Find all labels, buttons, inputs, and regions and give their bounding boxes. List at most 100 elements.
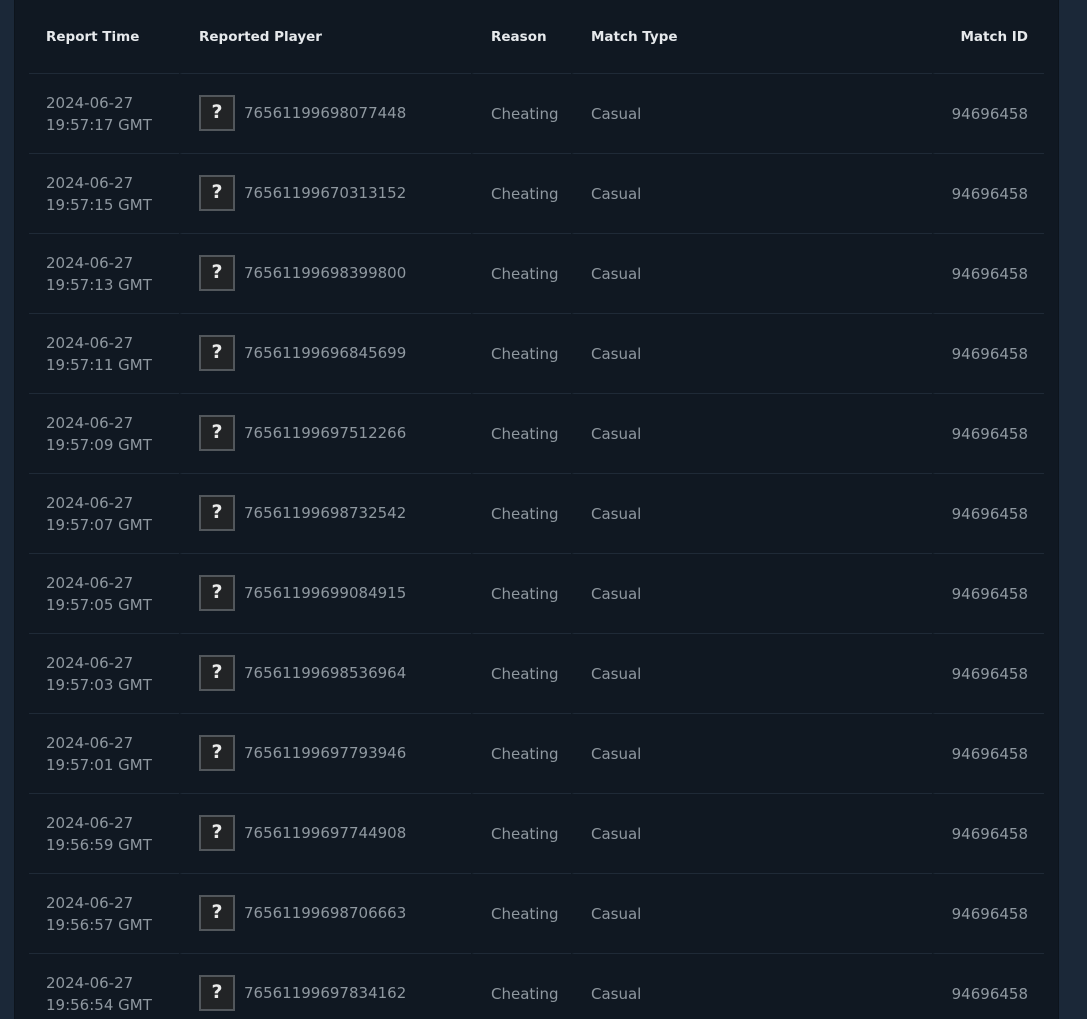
report-date: 2024-06-27 [46, 493, 134, 512]
report-clock-time: 19:57:05 GMT [46, 595, 152, 614]
report-clock-time: 19:56:59 GMT [46, 835, 152, 854]
match-id-cell: 94696458 [932, 74, 1044, 154]
player-steam-id[interactable]: 76561199699084915 [244, 584, 406, 602]
player-steam-id[interactable]: 76561199698536964 [244, 664, 406, 682]
table-row: 2024-06-27 19:56:57 GMT? 76561199698706663… [29, 874, 1044, 954]
table-row: 2024-06-27 19:57:09 GMT? 76561199697512266… [29, 394, 1044, 474]
reported-player-cell: ? 76561199697744908 [179, 794, 471, 874]
reason-cell: Cheating [471, 714, 571, 794]
header-match-id: Match ID [932, 0, 1044, 74]
player-link[interactable]: ? 76561199698399800 [199, 254, 471, 291]
reason-cell: Cheating [471, 874, 571, 954]
report-clock-time: 19:57:17 GMT [46, 115, 152, 134]
report-date: 2024-06-27 [46, 573, 134, 592]
player-link[interactable]: ? 76561199697512266 [199, 414, 471, 451]
match-id-cell: 94696458 [932, 474, 1044, 554]
report-time-cell: 2024-06-27 19:57:13 GMT [29, 234, 179, 314]
player-steam-id[interactable]: 76561199696845699 [244, 344, 406, 362]
reason-cell: Cheating [471, 634, 571, 714]
reported-player-cell: ? 76561199670313152 [179, 154, 471, 234]
player-link[interactable]: ? 76561199699084915 [199, 574, 471, 611]
player-link[interactable]: ? 76561199698706663 [199, 894, 471, 931]
player-link[interactable]: ? 76561199697793946 [199, 734, 471, 771]
match-type-cell: Casual [571, 554, 932, 634]
match-id-cell: 94696458 [932, 234, 1044, 314]
table-body: 2024-06-27 19:57:17 GMT? 76561199698077448… [29, 74, 1044, 1019]
report-time-cell: 2024-06-27 19:57:15 GMT [29, 154, 179, 234]
player-link[interactable]: ? 76561199696845699 [199, 334, 471, 371]
question-mark-icon: ? [211, 421, 223, 443]
player-steam-id[interactable]: 76561199698706663 [244, 904, 406, 922]
player-steam-id[interactable]: 76561199697512266 [244, 424, 406, 442]
header-reported-player: Reported Player [179, 0, 471, 74]
match-type-cell: Casual [571, 74, 932, 154]
reason-cell: Cheating [471, 394, 571, 474]
reason-cell: Cheating [471, 154, 571, 234]
avatar[interactable]: ? [199, 254, 235, 291]
avatar[interactable]: ? [199, 814, 235, 851]
report-date: 2024-06-27 [46, 93, 134, 112]
report-date: 2024-06-27 [46, 973, 134, 992]
avatar[interactable]: ? [199, 734, 235, 771]
report-time-cell: 2024-06-27 19:57:05 GMT [29, 554, 179, 634]
report-date: 2024-06-27 [46, 333, 134, 352]
player-link[interactable]: ? 76561199697834162 [199, 974, 471, 1011]
reason-cell: Cheating [471, 794, 571, 874]
match-type-cell: Casual [571, 154, 932, 234]
player-steam-id[interactable]: 76561199698732542 [244, 504, 406, 522]
match-id-cell: 94696458 [932, 634, 1044, 714]
reports-panel: Report Time Reported Player Reason Match… [14, 0, 1059, 1019]
reason-cell: Cheating [471, 474, 571, 554]
report-time-cell: 2024-06-27 19:56:59 GMT [29, 794, 179, 874]
reported-player-cell: ? 76561199697793946 [179, 714, 471, 794]
match-type-cell: Casual [571, 314, 932, 394]
question-mark-icon: ? [211, 501, 223, 523]
match-id-cell: 94696458 [932, 874, 1044, 954]
report-time-cell: 2024-06-27 19:57:01 GMT [29, 714, 179, 794]
player-link[interactable]: ? 76561199698536964 [199, 654, 471, 691]
reason-cell: Cheating [471, 554, 571, 634]
question-mark-icon: ? [211, 661, 223, 683]
player-link[interactable]: ? 76561199698732542 [199, 494, 471, 531]
table-row: 2024-06-27 19:57:07 GMT? 76561199698732542… [29, 474, 1044, 554]
player-steam-id[interactable]: 76561199697744908 [244, 824, 406, 842]
avatar[interactable]: ? [199, 334, 235, 371]
player-steam-id[interactable]: 76561199670313152 [244, 184, 406, 202]
report-clock-time: 19:57:07 GMT [46, 515, 152, 534]
avatar[interactable]: ? [199, 94, 235, 131]
avatar[interactable]: ? [199, 174, 235, 211]
player-link[interactable]: ? 76561199670313152 [199, 174, 471, 211]
report-clock-time: 19:57:13 GMT [46, 275, 152, 294]
report-date: 2024-06-27 [46, 733, 134, 752]
player-steam-id[interactable]: 76561199698077448 [244, 104, 406, 122]
report-date: 2024-06-27 [46, 253, 134, 272]
report-time-cell: 2024-06-27 19:57:09 GMT [29, 394, 179, 474]
question-mark-icon: ? [211, 181, 223, 203]
avatar[interactable]: ? [199, 974, 235, 1011]
avatar[interactable]: ? [199, 654, 235, 691]
question-mark-icon: ? [211, 741, 223, 763]
player-steam-id[interactable]: 76561199697793946 [244, 744, 406, 762]
reason-cell: Cheating [471, 954, 571, 1019]
report-date: 2024-06-27 [46, 893, 134, 912]
player-steam-id[interactable]: 76561199698399800 [244, 264, 406, 282]
match-type-cell: Casual [571, 714, 932, 794]
reason-cell: Cheating [471, 74, 571, 154]
table-header-row: Report Time Reported Player Reason Match… [29, 0, 1044, 74]
report-clock-time: 19:57:09 GMT [46, 435, 152, 454]
report-clock-time: 19:57:03 GMT [46, 675, 152, 694]
report-date: 2024-06-27 [46, 413, 134, 432]
avatar[interactable]: ? [199, 574, 235, 611]
match-id-cell: 94696458 [932, 314, 1044, 394]
table-row: 2024-06-27 19:57:03 GMT? 76561199698536964… [29, 634, 1044, 714]
player-link[interactable]: ? 76561199698077448 [199, 94, 471, 131]
question-mark-icon: ? [211, 581, 223, 603]
avatar[interactable]: ? [199, 414, 235, 451]
report-time-cell: 2024-06-27 19:57:17 GMT [29, 74, 179, 154]
avatar[interactable]: ? [199, 494, 235, 531]
player-link[interactable]: ? 76561199697744908 [199, 814, 471, 851]
player-steam-id[interactable]: 76561199697834162 [244, 984, 406, 1002]
avatar[interactable]: ? [199, 894, 235, 931]
table-row: 2024-06-27 19:56:54 GMT? 76561199697834162… [29, 954, 1044, 1019]
match-type-cell: Casual [571, 474, 932, 554]
